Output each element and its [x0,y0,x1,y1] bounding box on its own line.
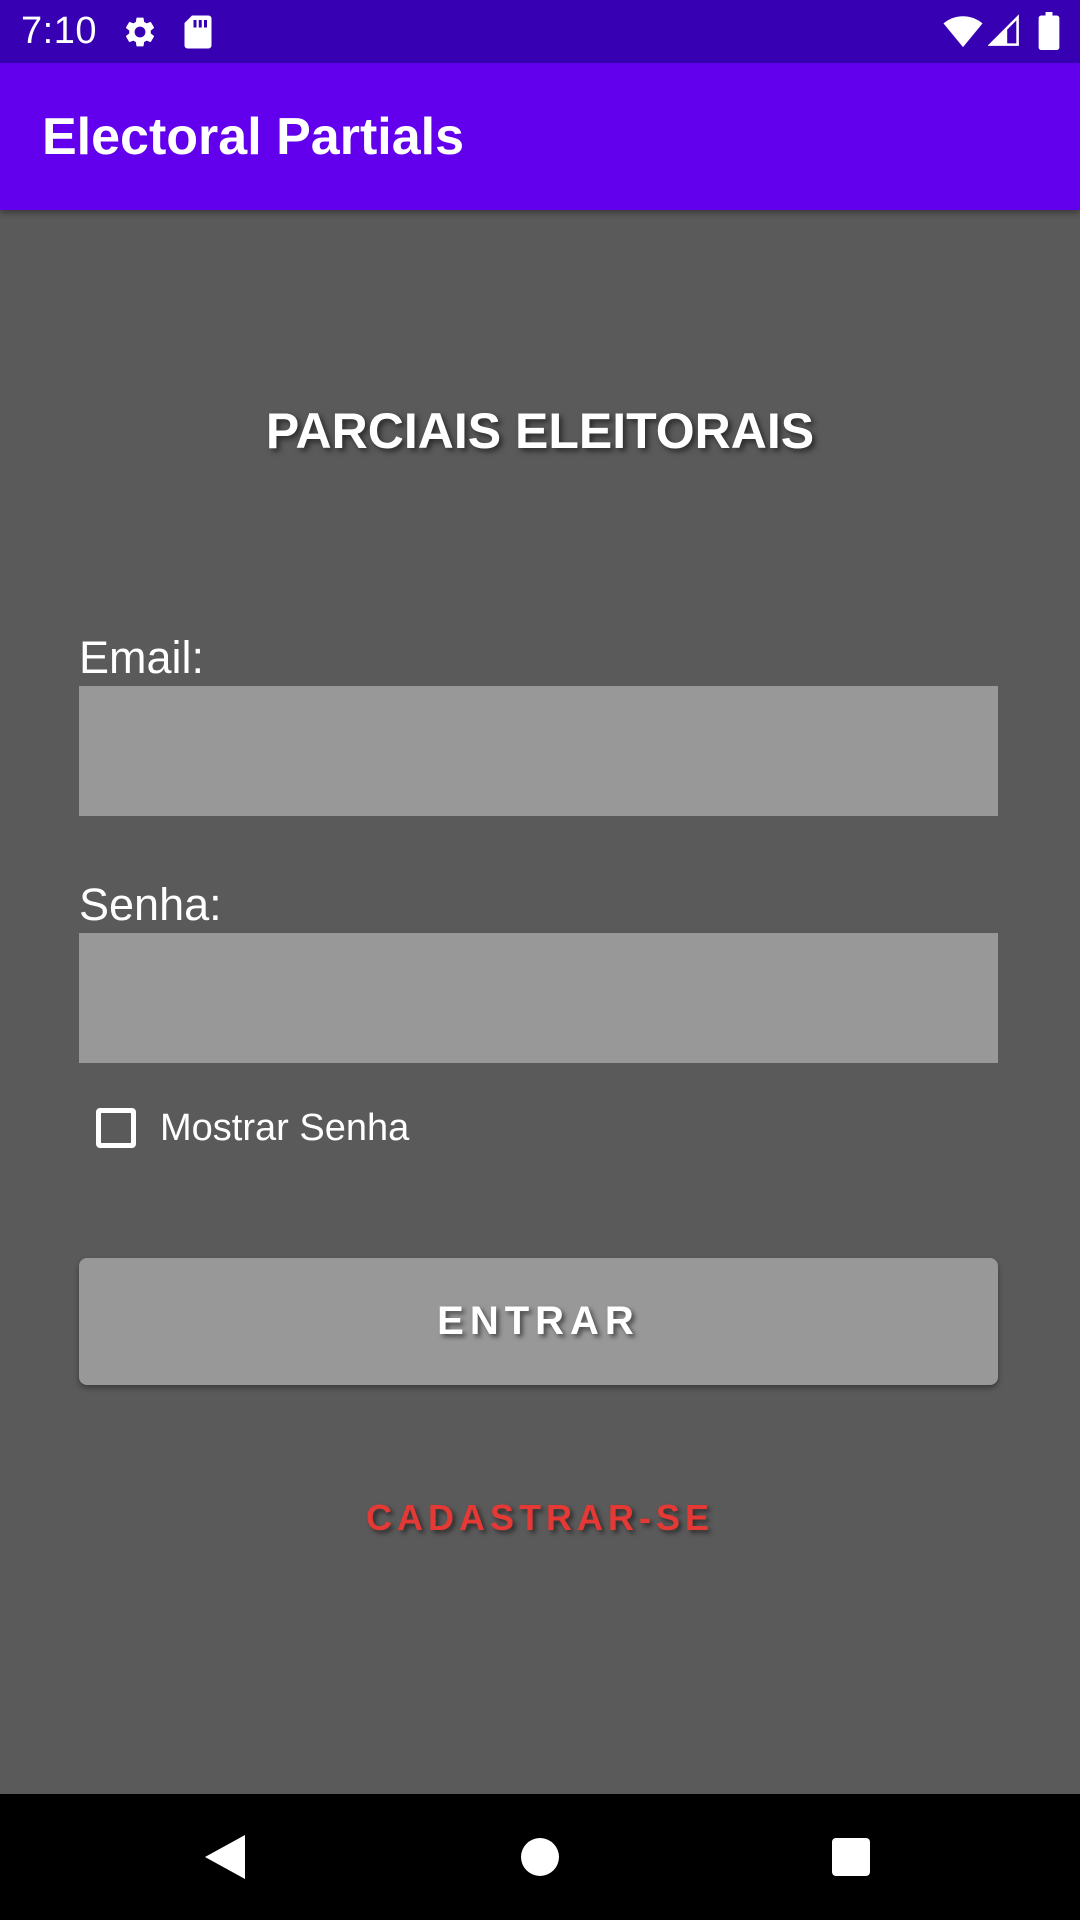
recents-icon[interactable] [831,1837,871,1877]
register-link[interactable]: CADASTRAR-SE [0,1494,1080,1542]
recents-button[interactable] [818,1824,884,1890]
battery-icon [1038,12,1060,50]
email-label: Email: [79,632,205,683]
back-button[interactable] [192,1824,258,1890]
status-time: 7:10 [21,10,97,52]
app-bar: Electoral Partials [0,63,1080,210]
show-password-label[interactable]: Mostrar Senha [160,1105,409,1151]
app-title: Electoral Partials [42,108,464,166]
back-icon[interactable] [203,1833,247,1881]
sd-card-icon [184,15,212,49]
screen: 7:10 Electoral Partials PARCIAIS ELEITOR… [0,0,1080,1920]
wifi-icon [943,16,983,48]
status-bar: 7:10 [0,0,1080,63]
password-label: Senha: [79,879,222,930]
password-field[interactable] [79,933,998,1063]
enter-button-label[interactable]: ENTRAR [437,1299,640,1344]
checkbox-icon[interactable] [96,1108,136,1148]
page-title: PARCIAIS ELEITORAIS [265,403,815,459]
enter-button[interactable]: ENTRAR [79,1258,998,1385]
signal-icon [988,14,1019,46]
navigation-bar [0,1794,1080,1920]
home-icon[interactable] [520,1837,560,1877]
show-password-checkbox[interactable]: Mostrar Senha [96,1103,409,1153]
settings-icon [125,17,155,47]
email-field[interactable] [79,686,998,816]
home-button[interactable] [507,1824,573,1890]
